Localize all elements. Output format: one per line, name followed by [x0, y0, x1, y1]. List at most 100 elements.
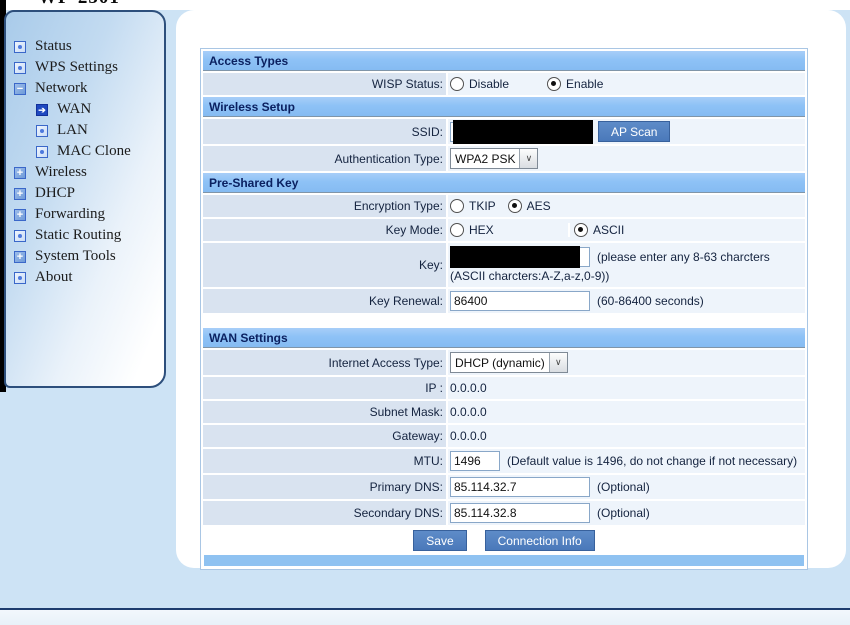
sidebar-item-forwarding[interactable]: + Forwarding [6, 204, 164, 225]
gateway-row: Gateway: 0.0.0.0 [203, 425, 805, 447]
key-renewal-note: (60-86400 seconds) [597, 294, 704, 308]
key-renewal-row: Key Renewal: (60-86400 seconds) [203, 289, 805, 313]
field-label: SSID: [203, 119, 446, 144]
field-label: MTU: [203, 449, 446, 473]
field-label: Primary DNS: [203, 475, 446, 499]
sidebar-item-wps-settings[interactable]: WPS Settings [6, 57, 164, 78]
sidebar-item-label: LAN [57, 122, 88, 139]
sidebar-item-system-tools[interactable]: + System Tools [6, 246, 164, 267]
mtu-row: MTU: (Default value is 1496, do not chan… [203, 449, 805, 473]
expand-icon[interactable]: + [14, 251, 26, 263]
sidebar-item-label: Network [35, 80, 88, 97]
chevron-down-icon: ∨ [549, 353, 567, 372]
field-label: Secondary DNS: [203, 501, 446, 525]
expand-icon[interactable]: + [14, 209, 26, 221]
sidebar-item-lan[interactable]: LAN [6, 120, 164, 141]
section-header-wan-settings: WAN Settings [203, 328, 805, 348]
secondary-dns-row: Secondary DNS: (Optional) [203, 501, 805, 525]
save-button[interactable]: Save [413, 530, 466, 551]
bullet-icon [14, 230, 26, 242]
internet-access-type-row: Internet Access Type: DHCP (dynamic) ∨ [203, 350, 805, 375]
ip-value: 0.0.0.0 [450, 381, 487, 395]
key-renewal-input[interactable] [450, 291, 590, 311]
field-label: Subnet Mask: [203, 401, 446, 423]
field-label: Gateway: [203, 425, 446, 447]
bullet-icon [36, 125, 48, 137]
ap-scan-button[interactable]: AP Scan [598, 121, 670, 142]
sidebar-item-about[interactable]: About [6, 267, 164, 288]
field-label: IP : [203, 377, 446, 399]
radio-label: ASCII [593, 223, 624, 237]
sidebar-item-label: Status [35, 38, 72, 55]
wisp-enable-radio[interactable] [547, 77, 561, 91]
sidebar-item-label: WPS Settings [35, 59, 118, 76]
key-note-line2: (ASCII charcters:A-Z,a-z,0-9)) [450, 269, 770, 283]
sidebar: Status WPS Settings − Network ➔ WAN LAN … [4, 10, 166, 388]
authentication-type-select[interactable]: WPA2 PSK ∨ [450, 148, 538, 169]
radio-label: AES [527, 199, 551, 213]
chevron-down-icon: ∨ [519, 149, 537, 168]
internet-access-type-select[interactable]: DHCP (dynamic) ∨ [450, 352, 568, 373]
field-label: WISP Status: [203, 73, 446, 95]
encryption-aes-radio[interactable] [508, 199, 522, 213]
top-strip: WF-2501 [0, 0, 850, 10]
wisp-status-row: WISP Status: Disable Enable [203, 73, 805, 95]
bullet-icon [14, 41, 26, 53]
buttons-row: Save Connection Info [203, 527, 805, 555]
radio-label: HEX [469, 223, 494, 237]
primary-dns-input[interactable] [450, 477, 590, 497]
sidebar-item-static-routing[interactable]: Static Routing [6, 225, 164, 246]
section-header-wireless-setup: Wireless Setup [203, 97, 805, 117]
bullet-icon [14, 272, 26, 284]
sidebar-item-label: DHCP [35, 185, 75, 202]
field-label: Authentication Type: [203, 146, 446, 171]
section-header-pre-shared-key: Pre-Shared Key [203, 173, 805, 193]
section-header-access-types: Access Types [203, 51, 805, 71]
encryption-tkip-radio[interactable] [450, 199, 464, 213]
keymode-hex-radio[interactable] [450, 223, 464, 237]
sidebar-item-network[interactable]: − Network [6, 78, 164, 99]
form-footer-bar [204, 555, 804, 566]
radio-label: TKIP [469, 199, 496, 213]
expand-icon[interactable]: + [14, 188, 26, 200]
sidebar-item-status[interactable]: Status [6, 36, 164, 57]
expand-icon[interactable]: + [14, 167, 26, 179]
sidebar-item-label: Forwarding [35, 206, 105, 223]
sidebar-item-mac-clone[interactable]: MAC Clone [6, 141, 164, 162]
primary-dns-note: (Optional) [597, 480, 650, 494]
sidebar-item-wan[interactable]: ➔ WAN [6, 99, 164, 120]
sidebar-item-label: System Tools [35, 248, 116, 265]
content-panel: Access Types WISP Status: Disable Enable… [176, 10, 846, 568]
ip-row: IP : 0.0.0.0 [203, 377, 805, 399]
primary-dns-row: Primary DNS: (Optional) [203, 475, 805, 499]
key-mode-row: Key Mode: HEX ASCII [203, 219, 805, 241]
sidebar-menu: Status WPS Settings − Network ➔ WAN LAN … [6, 36, 164, 288]
secondary-dns-input[interactable] [450, 503, 590, 523]
mtu-input[interactable] [450, 451, 500, 471]
sidebar-item-dhcp[interactable]: + DHCP [6, 183, 164, 204]
arrow-icon: ➔ [36, 104, 48, 116]
sidebar-item-label: MAC Clone [57, 143, 131, 160]
bottom-strip [0, 610, 850, 625]
bullet-icon [36, 146, 48, 158]
wisp-disable-radio[interactable] [450, 77, 464, 91]
encryption-type-row: Encryption Type: TKIP AES [203, 195, 805, 217]
selected-option: DHCP (dynamic) [451, 353, 549, 372]
device-title: WF-2501 [38, 0, 120, 9]
connection-info-button[interactable]: Connection Info [485, 530, 595, 551]
keymode-ascii-radio[interactable] [574, 223, 588, 237]
sidebar-item-wireless[interactable]: + Wireless [6, 162, 164, 183]
ssid-row: SSID: AP Scan [203, 119, 805, 144]
sidebar-item-label: About [35, 269, 73, 286]
key-note-line1: (please enter any 8-63 charcters [597, 250, 770, 264]
sidebar-item-label: WAN [57, 101, 91, 118]
field-label: Internet Access Type: [203, 350, 446, 375]
section-gap [203, 315, 805, 328]
settings-form: Access Types WISP Status: Disable Enable… [200, 48, 808, 570]
bullet-icon [14, 62, 26, 74]
sidebar-item-label: Wireless [35, 164, 87, 181]
collapse-icon[interactable]: − [14, 83, 26, 95]
field-label: Encryption Type: [203, 195, 446, 217]
redaction-box [450, 246, 580, 268]
radio-label: Disable [469, 77, 509, 91]
